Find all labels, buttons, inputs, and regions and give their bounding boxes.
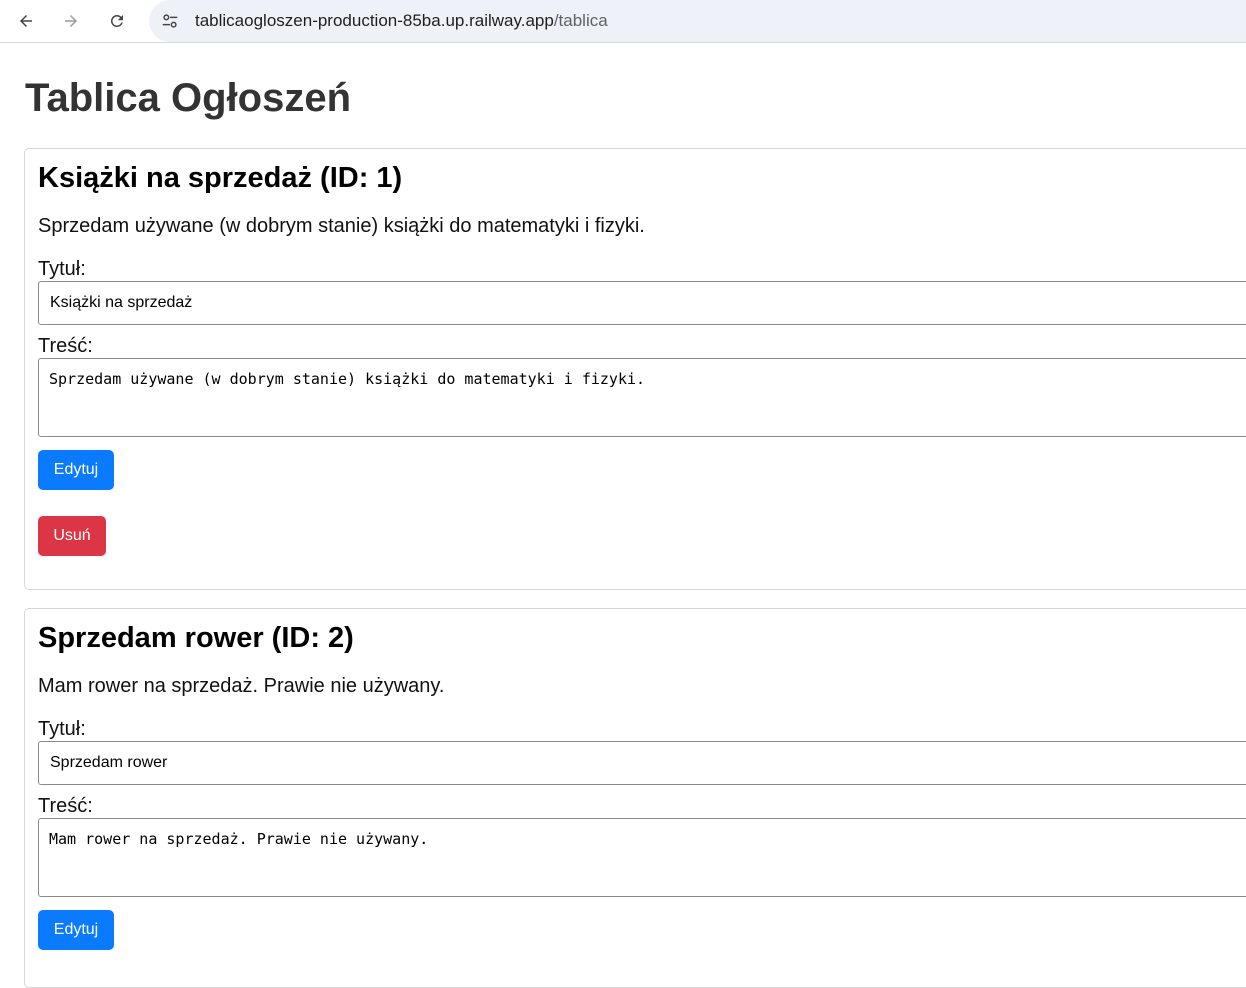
browser-toolbar: tablicaogloszen-production-85ba.up.railw… [0, 0, 1246, 43]
announcement-card: Sprzedam rower (ID: 2) Mam rower na sprz… [24, 608, 1246, 988]
title-input[interactable] [38, 741, 1246, 785]
delete-button[interactable]: Usuń [38, 516, 106, 556]
content-label: Treść: [38, 335, 93, 357]
content-label: Treść: [38, 795, 93, 817]
reload-button[interactable] [104, 8, 130, 34]
announcement-heading: Książki na sprzedaż (ID: 1) [38, 162, 403, 194]
announcement-heading: Sprzedam rower (ID: 2) [38, 622, 354, 654]
arrow-left-icon [20, 15, 32, 27]
content-textarea[interactable]: Mam rower na sprzedaż. Prawie nie używan… [38, 818, 1246, 897]
forward-button[interactable] [58, 8, 84, 34]
edit-button[interactable]: Edytuj [38, 910, 114, 950]
url-text[interactable]: tablicaogloszen-production-85ba.up.railw… [195, 11, 608, 31]
url-host: tablicaogloszen-production-85ba.up.railw… [195, 11, 554, 30]
title-input[interactable] [38, 281, 1246, 325]
title-label: Tytuł: [38, 718, 86, 740]
arrow-right-icon [65, 15, 77, 27]
content-textarea[interactable]: Sprzedam używane (w dobrym stanie) książ… [38, 358, 1246, 437]
address-bar[interactable]: tablicaogloszen-production-85ba.up.railw… [149, 0, 1246, 42]
tune-icon[interactable] [159, 10, 181, 32]
title-label: Tytuł: [38, 258, 86, 280]
back-button[interactable] [13, 8, 39, 34]
url-path: /tablica [553, 11, 608, 30]
announcement-description: Mam rower na sprzedaż. Prawie nie używan… [38, 675, 445, 697]
announcement-card: Książki na sprzedaż (ID: 1) Sprzedam uży… [24, 148, 1246, 590]
announcement-description: Sprzedam używane (w dobrym stanie) książ… [38, 215, 645, 237]
edit-button[interactable]: Edytuj [38, 450, 114, 490]
page-title: Tablica Ogłoszeń [25, 76, 351, 120]
reload-icon [110, 14, 123, 27]
